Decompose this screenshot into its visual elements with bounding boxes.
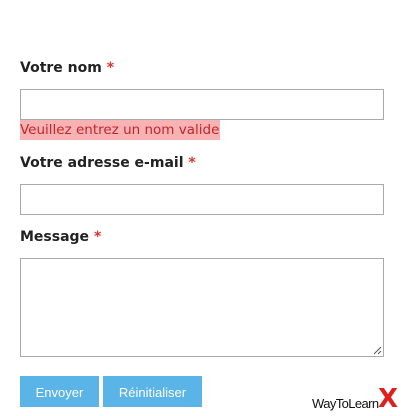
message-label-text: Message (20, 229, 90, 245)
email-input[interactable] (20, 184, 384, 215)
name-required-mark: * (106, 60, 115, 76)
email-label: Votre adresse e-mail * (20, 155, 196, 171)
name-input[interactable] (20, 89, 384, 120)
name-label-text: Votre nom (20, 60, 102, 76)
message-textarea[interactable] (20, 258, 384, 357)
resize-grip-icon[interactable] (373, 346, 382, 355)
name-error-message: Veuillez entrez un nom valide (20, 120, 221, 140)
email-label-text: Votre adresse e-mail (20, 155, 184, 171)
submit-button[interactable]: Envoyer (20, 376, 99, 407)
name-label: Votre nom * (20, 60, 114, 76)
logo-text: WayToLearn (312, 396, 379, 411)
email-required-mark: * (188, 155, 196, 171)
message-required-mark: * (93, 229, 102, 245)
reset-button[interactable]: Réinitialiser (103, 376, 202, 407)
message-label: Message * (20, 229, 101, 245)
logo-x-mark: X (378, 384, 399, 414)
